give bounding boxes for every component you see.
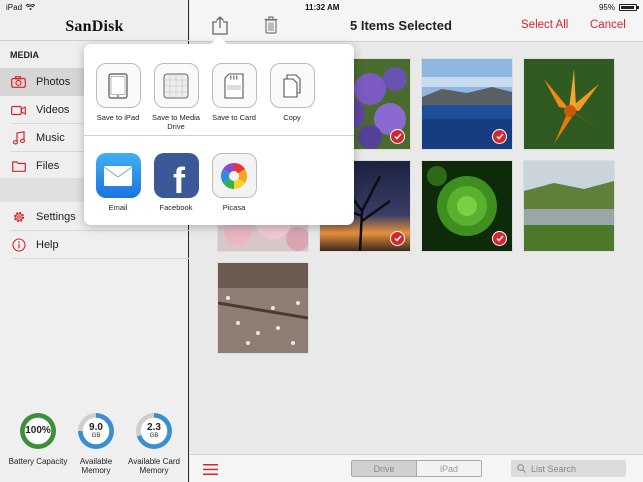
sidebar-item-label: Photos — [36, 76, 71, 88]
music-note-icon — [11, 131, 26, 145]
sidebar-item-label: Files — [36, 160, 60, 172]
battery-icon — [619, 3, 639, 11]
page-title: 5 Items Selected — [350, 18, 452, 33]
gear-icon — [11, 210, 26, 224]
cancel-button[interactable]: Cancel — [590, 19, 626, 31]
mail-icon — [95, 153, 141, 198]
menu-icon[interactable] — [203, 464, 218, 475]
selected-check-icon — [492, 129, 507, 144]
battery-percent: 95% — [598, 2, 615, 12]
share-email-button[interactable]: Email — [89, 153, 147, 213]
sidebar-item-label: Videos — [36, 104, 70, 116]
sidebar-item-help[interactable]: Help — [0, 231, 189, 259]
search-input[interactable]: List Search — [511, 460, 626, 477]
select-all-button[interactable]: Select All — [521, 19, 568, 31]
photo-thumbnail[interactable] — [422, 59, 512, 149]
wifi-icon — [26, 3, 36, 10]
copy-button[interactable]: Copy — [263, 63, 321, 123]
memory-gauge: 9.0 GB Available Memory — [66, 413, 126, 475]
petals-on-ground-image — [218, 263, 308, 353]
photo-thumbnail[interactable] — [524, 161, 614, 251]
source-segmented-control: Drive iPad — [351, 460, 482, 477]
orange-lily-image — [524, 59, 614, 149]
info-icon — [11, 238, 26, 252]
folder-icon — [11, 159, 26, 173]
sidebar-item-label: Help — [36, 239, 59, 251]
gauge-ring: 9.0 GB — [78, 413, 114, 449]
device-name: iPad — [6, 2, 23, 12]
photo-thumbnail[interactable] — [218, 263, 308, 353]
status-bar: iPad 11:32 AM 95% — [0, 0, 643, 14]
trash-icon[interactable] — [264, 16, 278, 34]
clock: 11:32 AM — [305, 2, 340, 12]
segment-ipad[interactable]: iPad — [416, 461, 481, 476]
search-icon — [517, 464, 526, 473]
photo-thumbnail[interactable] — [422, 161, 512, 251]
save-to-ipad-button[interactable]: Save to iPad — [89, 63, 147, 123]
camera-icon — [11, 75, 26, 89]
facebook-icon: f — [153, 153, 199, 201]
search-placeholder: List Search — [531, 463, 577, 474]
picasa-icon — [211, 153, 257, 198]
card-memory-gauge: 2.3 GB Available Card Memory — [124, 413, 184, 475]
photo-thumbnail[interactable] — [524, 59, 614, 149]
selected-check-icon — [492, 231, 507, 246]
selected-check-icon — [390, 231, 405, 246]
sd-card-icon — [211, 63, 257, 108]
segment-drive[interactable]: Drive — [352, 461, 416, 476]
share-popover: Save to iPad Save to Media Drive Save to… — [84, 36, 354, 225]
copy-icon — [269, 63, 315, 108]
ipad-icon — [95, 63, 141, 108]
share-facebook-button[interactable]: f Facebook — [147, 153, 205, 213]
sidebar-item-label: Music — [36, 132, 65, 144]
selected-check-icon — [390, 129, 405, 144]
gauge-ring: 100% — [20, 413, 56, 449]
save-to-media-drive-button[interactable]: Save to Media Drive — [147, 63, 205, 131]
sandisk-logo: SanDisk — [65, 18, 124, 35]
media-drive-icon — [153, 63, 199, 108]
sidebar-item-label: Settings — [36, 211, 76, 223]
bottom-toolbar: Drive iPad List Search — [190, 454, 643, 482]
battery-gauge: 100% Battery Capacity — [8, 413, 68, 466]
share-icon[interactable] — [212, 16, 228, 35]
section-title-media: MEDIA — [10, 50, 39, 60]
gauge-ring: 2.3 GB — [136, 413, 172, 449]
share-picasa-button[interactable]: Picasa — [205, 153, 263, 213]
hillside-pond-image — [524, 161, 614, 251]
video-camera-icon — [11, 103, 26, 117]
save-to-card-button[interactable]: Save to Card — [205, 63, 263, 123]
